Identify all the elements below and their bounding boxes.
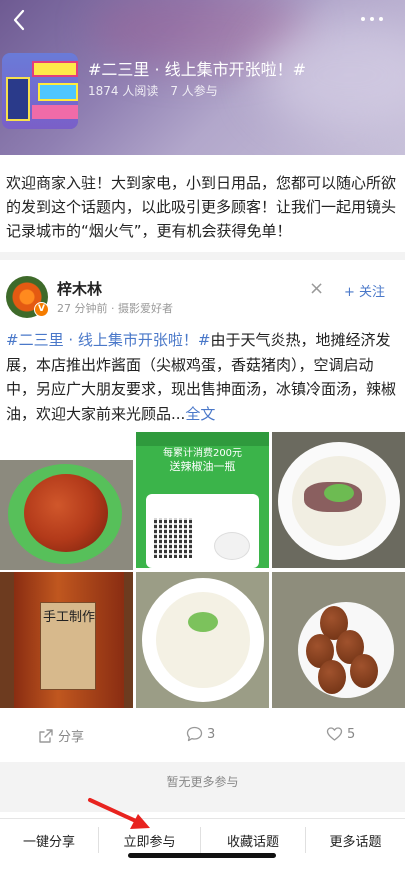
topic-description: 欢迎商家入驻！大到家电，小到日用品，您都可以随心所欲的发到这个话题内，以此吸引更… [6, 174, 397, 240]
comment-icon [186, 726, 203, 742]
image-grid: 每累计消费200元 送辣椒油一瓶 手工制作 [0, 432, 405, 709]
post-actions: 分享 3 5 [0, 718, 405, 754]
share-action[interactable]: 分享 [38, 726, 84, 745]
post-image-1[interactable] [0, 460, 133, 570]
topic-header: #二三里 · 线上集市开张啦！# 1874 人阅读 7 人参与 [0, 0, 405, 155]
post-image-2[interactable]: 每累计消费200元 送辣椒油一瓶 [136, 432, 269, 568]
bottom-tab-bar: 一键分享 立即参与 收藏话题 更多话题 [0, 818, 405, 869]
topic-stats: 1874 人阅读 7 人参与 [88, 82, 218, 99]
topic-thumbnail [2, 53, 78, 129]
close-icon[interactable]: × [309, 280, 324, 298]
more-options-icon[interactable] [361, 12, 391, 26]
promo-line-1: 每累计消费200元 [162, 448, 243, 459]
username[interactable]: 梓木林 [57, 278, 102, 299]
mascot-icon [214, 532, 250, 560]
like-count: 5 [347, 726, 356, 742]
home-indicator[interactable] [128, 853, 276, 858]
topic-tag-link[interactable]: #二三里 · 线上集市开张啦！# [6, 331, 210, 349]
divider [0, 252, 405, 260]
topic-title: #二三里 · 线上集市开张啦！# [88, 60, 307, 79]
post-image-5[interactable] [136, 572, 269, 708]
post-image-6[interactable] [272, 572, 405, 708]
no-more-label: 暂无更多参与 [166, 775, 239, 789]
full-text-link[interactable]: 全文 [185, 405, 215, 423]
heart-icon [326, 727, 343, 741]
comment-action[interactable]: 3 [186, 726, 215, 742]
read-count: 1874 人阅读 [88, 84, 159, 98]
share-label: 分享 [58, 730, 85, 745]
back-button[interactable] [6, 6, 32, 34]
share-icon [39, 728, 53, 743]
post-image-4[interactable]: 手工制作 [0, 572, 133, 708]
tab-more-topics[interactable]: 更多话题 [306, 819, 405, 861]
post-body: #二三里 · 线上集市开张啦！#由于天气炎热，地摊经济发展，本店推出炸酱面（尖椒… [6, 328, 402, 426]
jar-label: 手工制作 [42, 610, 95, 625]
annotation-arrow-icon [88, 798, 150, 829]
follow-button[interactable]: + 关注 [344, 281, 385, 300]
promo-line-2: 送辣椒油一瓶 [169, 460, 236, 473]
post-image-3[interactable] [272, 432, 405, 568]
verified-badge: V [34, 302, 49, 317]
chevron-left-icon [13, 9, 25, 31]
comment-count: 3 [207, 726, 216, 742]
tab-one-click-share[interactable]: 一键分享 [0, 819, 98, 861]
participant-count: 7 人参与 [170, 84, 218, 98]
post-meta: 27 分钟前 · 摄影爱好者 [57, 302, 173, 315]
like-action[interactable]: 5 [326, 726, 355, 742]
